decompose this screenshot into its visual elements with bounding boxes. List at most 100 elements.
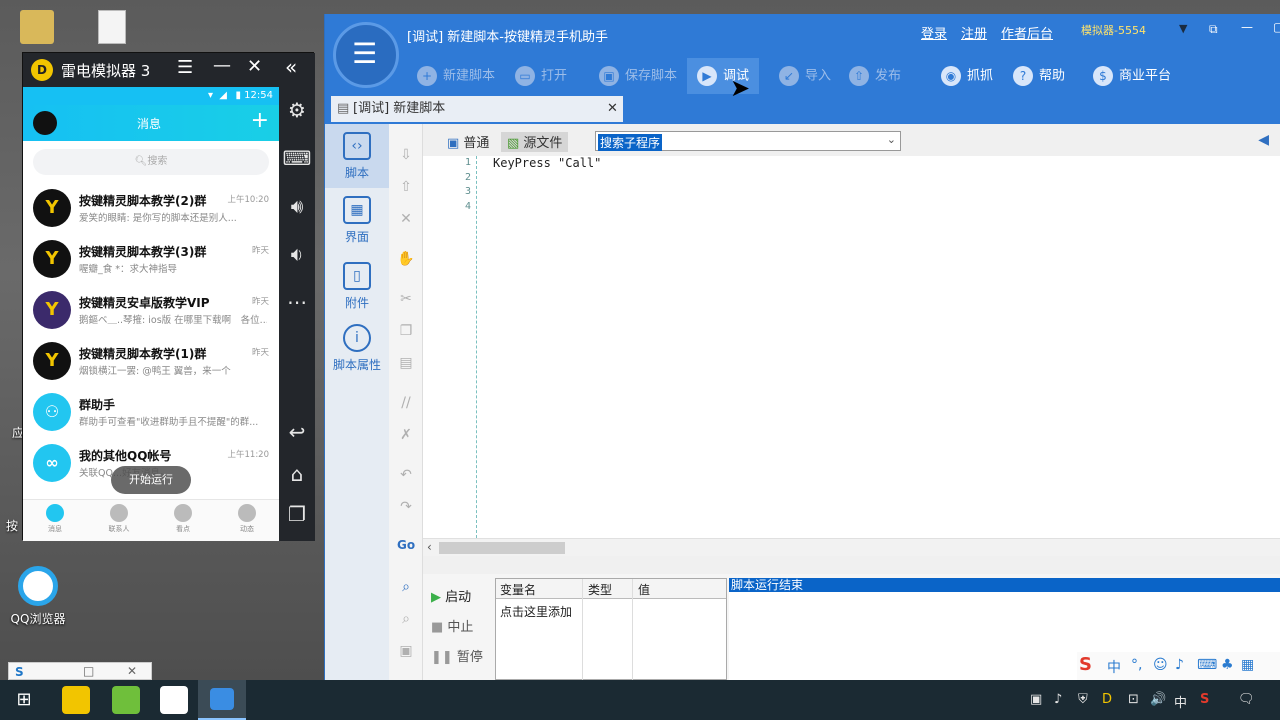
capture-button[interactable]: ◉ 抓抓 (941, 66, 993, 94)
volume-down-icon[interactable]: 🔉︎ (279, 239, 315, 269)
ldplayer-icon[interactable] (62, 686, 90, 714)
register-link[interactable]: 注册 (961, 23, 987, 42)
mic-tray-icon[interactable]: ♪ (1054, 692, 1062, 707)
collapse-icon[interactable]: « (285, 55, 297, 79)
save-button[interactable]: ▣ 保存脚本 (599, 66, 677, 94)
desktop-icon-app2[interactable]: 按 (6, 517, 18, 534)
sogou-icon[interactable]: S (1079, 654, 1092, 675)
restore-icon[interactable]: ⧉ (1209, 22, 1218, 37)
open-button[interactable]: ▭ 打开 (515, 66, 567, 94)
copy-icon[interactable]: ❐ (397, 322, 415, 340)
app2-icon[interactable] (112, 686, 140, 714)
uncomment-icon[interactable]: ✗ (397, 426, 415, 444)
scroll-thumb[interactable] (439, 542, 565, 554)
nav-item-script[interactable]: ‹› 脚本 (325, 132, 389, 181)
sogou-tray-icon[interactable]: S (1200, 692, 1209, 707)
qq-browser-icon[interactable] (18, 566, 58, 606)
restore-icon[interactable]: □ (83, 664, 94, 678)
undo-icon[interactable]: ↶ (397, 466, 415, 484)
emoji-icon[interactable]: ☺ (1153, 657, 1168, 673)
home-icon[interactable]: ⌂ (279, 459, 315, 489)
paste-icon[interactable]: ▤ (397, 354, 415, 372)
chat-item[interactable]: ⚇ 群助手 群助手可查看"收进群助手且不提醒"的群... (23, 387, 279, 438)
skin-icon[interactable]: ♣ (1221, 657, 1234, 673)
tab-feed[interactable]: 动态 (227, 504, 267, 534)
business-platform-button[interactable]: $ 商业平台 (1093, 66, 1171, 94)
search-input[interactable]: 🔍︎搜索 (33, 149, 269, 175)
wifi-tray-icon[interactable]: ⊡ (1128, 692, 1139, 707)
help-button[interactable]: ? 帮助 (1013, 66, 1065, 94)
find-icon[interactable]: ⌕ (397, 578, 415, 596)
back-icon[interactable]: ↩ (279, 417, 315, 447)
view-mode-normal[interactable]: ▣ 普通 (443, 132, 493, 152)
desktop-icon-qq-browser-label[interactable]: QQ浏览器 (8, 610, 68, 627)
ime-chinese-icon[interactable]: 中 (1107, 657, 1121, 677)
volume-up-icon[interactable]: 🔊︎ (279, 191, 315, 221)
more-icon[interactable]: ⋯ (279, 287, 315, 317)
chat-item[interactable]: Y 按键精灵脚本教学(3)群 喔瓣_食 *：求大神指导 昨天 (23, 234, 279, 285)
login-link[interactable]: 登录 (921, 23, 947, 42)
ldplayer-tray-icon[interactable]: D (1102, 692, 1112, 707)
new-script-button[interactable]: + 新建脚本 (417, 66, 495, 94)
emulator-icon[interactable] (198, 680, 246, 720)
app-menu-button[interactable]: ☰ (333, 22, 399, 88)
redo-icon[interactable]: ↷ (397, 498, 415, 516)
cut-icon[interactable]: ✂ (397, 290, 415, 308)
menu-icon[interactable]: ☰ (177, 57, 193, 78)
close-tab-icon[interactable]: ✕ (607, 96, 618, 122)
window-icon[interactable]: ▣ (397, 642, 415, 660)
import-button[interactable]: ↙ 导入 (779, 66, 831, 94)
view-mode-source[interactable]: ▧ 源文件 (501, 132, 569, 152)
tab-messages[interactable]: 消息 (35, 504, 75, 534)
close-icon[interactable]: ✕ (127, 664, 137, 678)
android-screen[interactable]: 12:54 ▮ ◢ ▾ 消息 + 🔍︎搜索 Y 按键精灵脚本教学(2)群 爱笑的… (23, 87, 279, 541)
subroutine-search-select[interactable]: 搜索子程序 ⌄ (595, 131, 901, 151)
recent-apps-icon[interactable]: ❐ (279, 499, 315, 529)
chat-item[interactable]: Y 按键精灵脚本教学(2)群 爱笑的眼睛: 是你写的脚本还是别人... 上午10… (23, 183, 279, 234)
close-icon[interactable]: ▢ (1273, 20, 1280, 34)
shield-tray-icon[interactable]: ⛨ (1078, 692, 1088, 707)
network-tray-icon[interactable]: ▣ (1030, 692, 1042, 707)
pause-button[interactable]: ❚❚ 暂停 (431, 646, 483, 665)
document-icon[interactable] (98, 10, 126, 44)
chat-item[interactable]: Y 按键精灵脚本教学(1)群 烟锁横江一罢: @鸭王 翼兽，来一个 昨天 (23, 336, 279, 387)
nav-item-interface[interactable]: ▦ 界面 (325, 196, 389, 245)
minimize-icon[interactable]: — (1241, 20, 1253, 34)
add-variable-row[interactable]: 点击这里添加 (500, 603, 572, 620)
chat-item[interactable]: Y 按键精灵安卓版教学VIP 鹅鏂ベ＿..琴㩁: ios版 在哪里下载啊 各位.… (23, 285, 279, 336)
move-up-icon[interactable]: ⇧ (397, 178, 415, 196)
windows-icon[interactable]: ⊞ (10, 686, 38, 714)
app3-icon[interactable] (160, 686, 188, 714)
volume-tray-icon[interactable]: 🔊 (1150, 692, 1166, 707)
stop-button[interactable]: ■ 中止 (431, 616, 473, 635)
nav-item-attachments[interactable]: ▯ 附件 (325, 262, 389, 311)
comment-icon[interactable]: // (397, 394, 415, 412)
author-backend-link[interactable]: 作者后台 (1001, 23, 1053, 42)
emulator-titlebar[interactable]: D 雷电模拟器 3 ☰ — ✕ « (23, 53, 315, 87)
keyboard-icon[interactable]: ⌨ (279, 143, 315, 173)
avatar[interactable] (33, 111, 57, 135)
collapse-panel-icon[interactable]: ◀ (1258, 132, 1269, 148)
folder-icon[interactable] (20, 10, 54, 44)
replace-icon[interactable]: ⌕ (397, 610, 415, 628)
hand-icon[interactable]: ✋ (397, 250, 415, 268)
publish-button[interactable]: ⇧ 发布 (849, 66, 901, 94)
goto-icon[interactable]: Go (397, 536, 415, 554)
ime-indicator[interactable]: 中 (1174, 692, 1187, 711)
start-button[interactable]: ▶ 启动 (431, 586, 471, 605)
add-icon[interactable]: + (251, 108, 269, 133)
settings-icon[interactable]: ⚙ (279, 95, 315, 125)
close-icon[interactable]: ✕ (247, 56, 262, 77)
minimized-window[interactable]: S □ ✕ (8, 662, 152, 680)
tab-contacts[interactable]: 联系人 (99, 504, 139, 534)
punctuation-icon[interactable]: °, (1131, 657, 1142, 673)
tab-document[interactable]: ▤ [调试] 新建脚本 ✕ (331, 96, 623, 122)
emulator-select[interactable]: 模拟器-5554 ▼ (1081, 22, 1191, 42)
notification-icon[interactable]: 🗨︎ (1238, 692, 1255, 707)
move-down-icon[interactable]: ⇩ (397, 146, 415, 164)
minimize-icon[interactable]: — (213, 55, 231, 76)
code-line[interactable]: KeyPress "Call" (493, 156, 601, 171)
tab-watch[interactable]: 看点 (163, 504, 203, 534)
code-editor[interactable]: 1 2 3 4 KeyPress "Call" (423, 156, 1280, 538)
nav-item-properties[interactable]: i 脚本属性 (325, 324, 389, 373)
